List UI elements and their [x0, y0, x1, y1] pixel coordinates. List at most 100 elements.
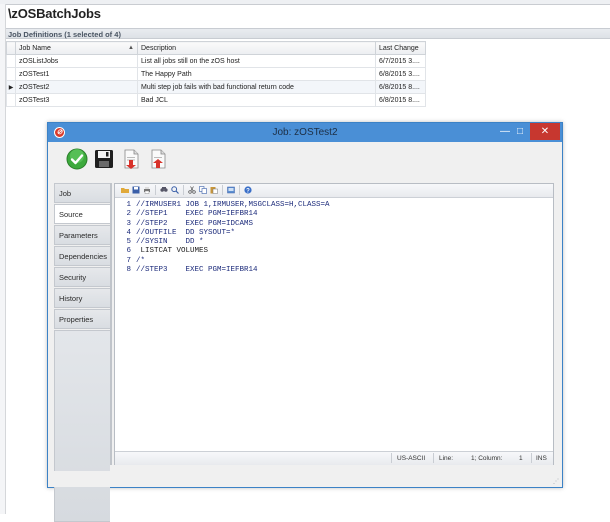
tab-parameters[interactable]: Parameters	[54, 225, 110, 245]
line-text: /*	[136, 256, 146, 265]
status-separator	[531, 453, 532, 463]
code-line: 5 //SYSIN DD *	[119, 238, 330, 247]
tab-security[interactable]: Security	[54, 267, 110, 287]
description-cell[interactable]: The Happy Path	[137, 67, 376, 81]
svg-text:?: ?	[246, 188, 250, 194]
page-title: \zOSBatchJobs	[8, 6, 101, 21]
code-line: 4 //OUTFILE DD SYSOUT=*	[119, 229, 330, 238]
dialog-titlebar[interactable]: ⊘ Job: zOSTest2 — □ ✕	[48, 123, 562, 142]
job-name-cell[interactable]: zOSTest2	[15, 80, 138, 94]
description-cell[interactable]: Multi step job fails with bad functional…	[137, 80, 376, 94]
tab-history[interactable]: History	[54, 288, 110, 308]
job-dialog-window: ⊘ Job: zOSTest2 — □ ✕ Job Source Paramet…	[47, 122, 563, 522]
job-name-cell[interactable]: zOSTest3	[15, 93, 138, 107]
grid-header-row: Job Name ▲ Description Last Change	[6, 41, 426, 55]
tab-strip-filler	[54, 330, 110, 522]
tab-dependencies[interactable]: Dependencies	[54, 246, 110, 266]
current-row-indicator-icon: ▶	[6, 80, 16, 94]
line-number: 2	[126, 210, 131, 219]
dialog-bottom-bar: ⋰	[48, 471, 562, 487]
view-icon[interactable]	[227, 186, 235, 194]
last-change-cell[interactable]: 6/8/2015 3....	[375, 67, 426, 81]
column-header-label: Job Name	[19, 44, 51, 52]
splitter-handle[interactable]	[110, 183, 112, 465]
dialog-toolbar	[48, 142, 562, 180]
open-folder-icon[interactable]	[121, 186, 129, 194]
line-value: 1; Column:	[471, 455, 503, 462]
last-change-cell[interactable]: 6/8/2015 8....	[375, 93, 426, 107]
tab-source[interactable]: Source	[54, 204, 110, 224]
insert-mode-status: INS	[536, 455, 547, 462]
line-text: //STEP3 EXEC PGM=IEFBR14	[136, 266, 258, 275]
maximize-button[interactable]: □	[510, 123, 530, 140]
description-cell[interactable]: List all jobs still on the zOS host	[137, 54, 376, 68]
print-icon[interactable]	[143, 186, 151, 194]
editor-toolbar: ?	[115, 184, 553, 198]
line-number: 5	[126, 238, 131, 247]
help-icon[interactable]: ?	[244, 186, 252, 194]
code-editor[interactable]: 1 //IRMUSER1 JOB 1,IRMUSER,MSGCLASS=H,CLA…	[115, 198, 553, 451]
table-row-selected[interactable]: ▶ zOSTest2 Multi step job fails with bad…	[6, 80, 426, 94]
group-header: Job Definitions (1 selected of 4)	[6, 28, 610, 39]
line-number: 6	[126, 247, 131, 256]
column-value: 1	[519, 455, 523, 462]
column-header-job-name[interactable]: Job Name ▲	[15, 41, 138, 55]
tab-job[interactable]: Job	[54, 183, 110, 203]
line-text: //OUTFILE DD SYSOUT=*	[136, 228, 236, 237]
dialog-title: Job: zOSTest2	[272, 127, 338, 138]
line-text: LISTCAT VOLUMES	[136, 247, 209, 256]
line-text: //SYSIN DD *	[136, 238, 204, 247]
row-indicator	[6, 67, 16, 81]
status-separator	[433, 453, 434, 463]
tab-properties[interactable]: Properties	[54, 309, 110, 329]
table-row[interactable]: zOSTest1 The Happy Path 6/8/2015 3....	[6, 67, 426, 81]
job-name-cell[interactable]: zOSTest1	[15, 67, 138, 81]
table-row[interactable]: zOSTest3 Bad JCL 6/8/2015 8....	[6, 93, 426, 107]
job-definitions-grid: Job Name ▲ Description Last Change zOSLi…	[6, 41, 426, 107]
line-number: 3	[126, 219, 131, 228]
source-code: 1 //IRMUSER1 JOB 1,IRMUSER,MSGCLASS=H,CLA…	[119, 201, 330, 275]
last-change-cell[interactable]: 6/8/2015 8....	[375, 80, 426, 94]
copy-icon[interactable]	[199, 186, 207, 194]
code-line: 7 /*	[119, 257, 330, 266]
toolbar-separator	[222, 185, 223, 195]
row-indicator	[6, 54, 16, 68]
code-line: 6 LISTCAT VOLUMES	[119, 247, 330, 256]
row-indicator-header	[6, 41, 16, 55]
save-icon[interactable]	[132, 186, 140, 194]
sort-ascending-icon: ▲	[128, 44, 134, 51]
find-next-icon[interactable]	[171, 186, 179, 194]
code-line: 2 //STEP1 EXEC PGM=IEFBR14	[119, 210, 330, 219]
save-disk-icon[interactable]	[93, 148, 115, 170]
editor-statusbar: US-ASCII Line: 1; Column: 1 INS	[115, 451, 553, 465]
close-button[interactable]: ✕	[530, 123, 560, 140]
paste-icon[interactable]	[210, 186, 218, 194]
status-separator	[391, 453, 392, 463]
line-number: 8	[126, 266, 131, 275]
ok-check-icon[interactable]	[66, 148, 88, 170]
toolbar-separator	[155, 185, 156, 195]
code-line: 3 //STEP2 EXEC PGM=IDCAMS	[119, 220, 330, 229]
column-header-last-change[interactable]: Last Change	[375, 41, 426, 55]
toolbar-separator	[183, 185, 184, 195]
line-text: //STEP1 EXEC PGM=IEFBR14	[136, 210, 258, 219]
export-document-icon[interactable]	[120, 148, 142, 170]
job-name-cell[interactable]: zOSListJobs	[15, 54, 138, 68]
code-line: 1 //IRMUSER1 JOB 1,IRMUSER,MSGCLASS=H,CLA…	[119, 201, 329, 210]
source-editor-panel: ? 1 //IRMUSER1 JOB 1,IRMUSER,MSGCLASS=H,C…	[114, 183, 554, 465]
last-change-cell[interactable]: 6/7/2015 3....	[375, 54, 426, 68]
line-text: //STEP2 EXEC PGM=IDCAMS	[136, 219, 254, 228]
line-label: Line:	[439, 455, 454, 462]
line-number: 4	[126, 228, 131, 237]
cut-icon[interactable]	[188, 186, 196, 194]
description-cell[interactable]: Bad JCL	[137, 93, 376, 107]
column-header-description[interactable]: Description	[137, 41, 376, 55]
table-row[interactable]: zOSListJobs List all jobs still on the z…	[6, 54, 426, 68]
find-icon[interactable]	[160, 186, 168, 194]
encoding-status: US-ASCII	[397, 455, 426, 462]
toolbar-separator	[239, 185, 240, 195]
import-document-icon[interactable]	[147, 148, 169, 170]
code-line: 8 //STEP3 EXEC PGM=IEFBR14	[119, 266, 330, 275]
resize-grip-icon[interactable]: ⋰	[553, 478, 559, 485]
row-indicator	[6, 93, 16, 107]
